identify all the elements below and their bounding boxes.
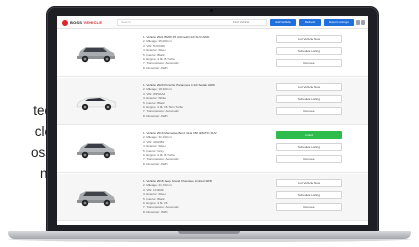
listing-row: 1. Vehicle 2020 Porsche Panamera 4 4dr S… xyxy=(57,78,368,125)
top-bar: BOSS VEHICLE Search Find Vehicle Add Veh… xyxy=(57,16,368,29)
side-text-line: cle xyxy=(34,124,52,139)
side-text-line: ted xyxy=(33,103,52,118)
listing-actions: List Vehicle Now Schedule Listing Remove xyxy=(276,35,342,71)
schedule-button[interactable]: Schedule Listing xyxy=(276,191,342,199)
remove-button[interactable]: Remove xyxy=(276,59,342,67)
list-now-button[interactable]: List Vehicle Now xyxy=(276,83,342,91)
schedule-button[interactable]: Schedule Listing xyxy=(276,47,342,55)
side-text: ted cle oss n- xyxy=(0,100,52,184)
list-now-button[interactable]: List Vehicle Now xyxy=(276,179,342,187)
side-text-line: n- xyxy=(0,163,52,184)
list-now-button[interactable]: List Vehicle Now xyxy=(276,35,342,43)
list-icon[interactable] xyxy=(361,20,365,25)
vehicle-thumbnail[interactable] xyxy=(74,137,118,161)
remove-button[interactable]: Remove xyxy=(276,203,342,211)
vehicle-details: 1. Vehicle 2019 Mercedes-Benz GLE 350 4M… xyxy=(143,131,253,166)
refresh-button[interactable]: Refresh xyxy=(299,19,321,26)
schedule-button[interactable]: Schedule Listing xyxy=(276,143,342,151)
remove-button[interactable]: Remove xyxy=(276,155,342,163)
listing-row: 1. Vehicle 2019 Mercedes-Benz GLE 350 4M… xyxy=(57,126,368,173)
listing-actions: List Vehicle Now Schedule Listing Remove xyxy=(276,83,342,119)
listing-row: 1. Vehicle 2021 BMW X5 xDrive40i 4dr SUV… xyxy=(57,30,368,77)
detail-line: 8. Drivetrain: 4WD xyxy=(143,209,168,214)
view-toggle[interactable] xyxy=(356,20,366,25)
vehicle-details: 1. Vehicle 2021 BMW X5 xDrive40i 4dr SUV… xyxy=(143,35,253,70)
logo-text: BOSS VEHICLE xyxy=(70,20,103,25)
detail-line: 8. Drivetrain: AWD xyxy=(143,65,168,70)
side-text-line: oss xyxy=(30,145,52,160)
vehicle-details: 1. Vehicle 2020 Porsche Panamera 4 4dr S… xyxy=(143,83,253,118)
vehicle-select[interactable]: Find Vehicle xyxy=(233,20,249,24)
vehicle-thumbnail[interactable] xyxy=(74,41,118,65)
camera-dot xyxy=(210,9,213,12)
laptop-notch xyxy=(178,231,240,234)
vehicle-thumbnail[interactable] xyxy=(74,89,118,113)
logo-icon xyxy=(62,19,68,26)
laptop-screen: BOSS VEHICLE Search Find Vehicle Add Veh… xyxy=(57,16,368,225)
detail-line: 8. Drivetrain: AWD xyxy=(143,161,168,166)
vehicle-thumbnail[interactable] xyxy=(74,185,118,209)
vehicle-details: 1. Vehicle 2018 Jeep Grand Cherokee Limi… xyxy=(143,179,253,214)
page: ted cle oss n- BOSS VEHICLE Search Find … xyxy=(0,0,419,247)
export-listings-button[interactable]: Export Listings xyxy=(324,19,354,26)
listing-actions: List Vehicle Now Schedule Listing Remove xyxy=(276,179,342,215)
listed-button[interactable]: Listed xyxy=(276,131,342,139)
grid-icon[interactable] xyxy=(356,20,360,25)
schedule-button[interactable]: Schedule Listing xyxy=(276,95,342,103)
listing-row: 1. Vehicle 2018 Jeep Grand Cherokee Limi… xyxy=(57,174,368,221)
app-logo[interactable]: BOSS VEHICLE xyxy=(62,19,102,26)
detail-line: 8. Drivetrain: AWD xyxy=(143,113,168,118)
remove-button[interactable]: Remove xyxy=(276,107,342,115)
listing-actions: Listed Schedule Listing Remove xyxy=(276,131,342,167)
add-vehicle-button[interactable]: Add Vehicle xyxy=(270,19,296,26)
laptop-lid: BOSS VEHICLE Search Find Vehicle Add Veh… xyxy=(46,6,379,233)
